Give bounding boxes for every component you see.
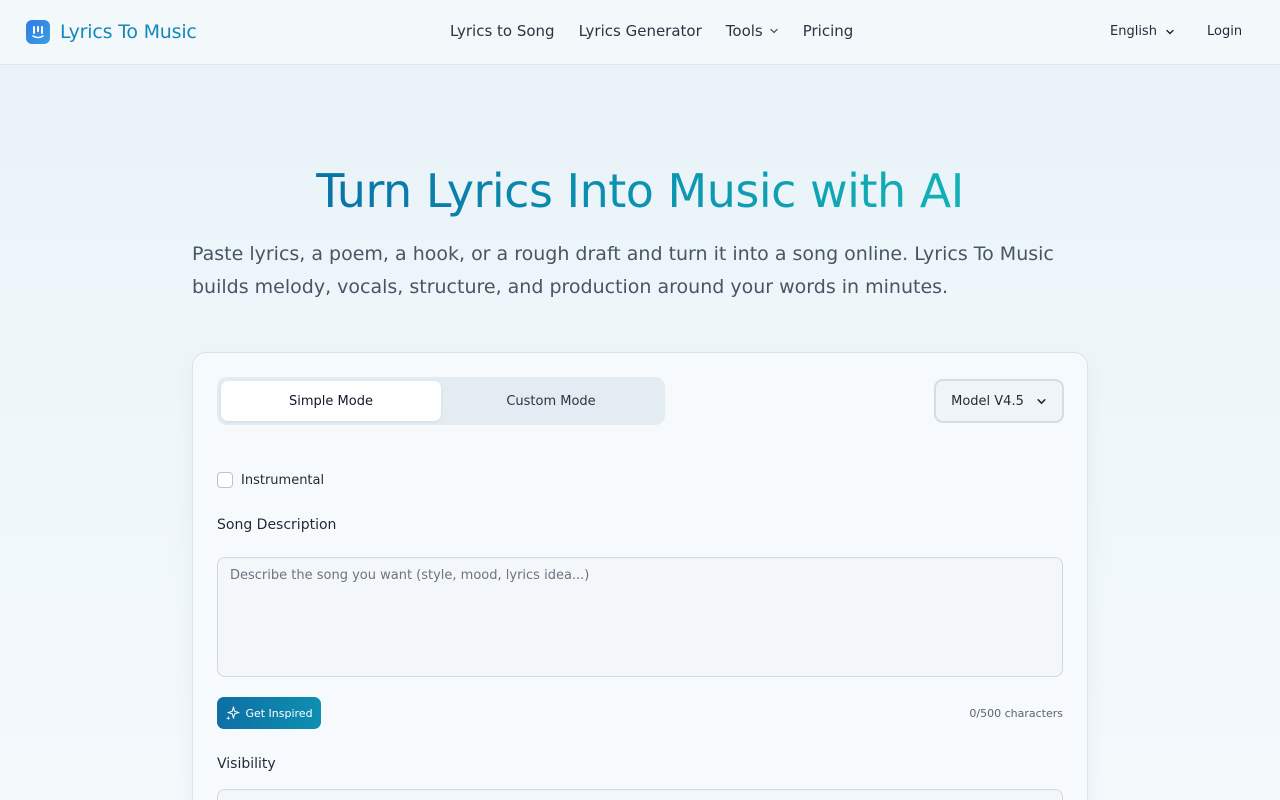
- tab-simple-mode[interactable]: Simple Mode: [221, 381, 441, 421]
- model-select-value: Model V4.5: [951, 393, 1024, 409]
- song-description-input[interactable]: [217, 557, 1063, 677]
- song-generator-card: Simple Mode Custom Mode Model V4.5 Instr…: [192, 352, 1088, 800]
- language-label: English: [1110, 24, 1157, 39]
- site-header: Lyrics To Music Lyrics to Song Lyrics Ge…: [0, 0, 1280, 65]
- main-nav: Lyrics to Song Lyrics Generator Tools Pr…: [450, 22, 853, 40]
- visibility-select[interactable]: [217, 789, 1063, 800]
- nav-label: Tools: [725, 22, 763, 40]
- nav-lyrics-generator[interactable]: Lyrics Generator: [579, 22, 702, 40]
- page-subtitle: Paste lyrics, a poem, a hook, or a rough…: [192, 243, 1054, 298]
- get-inspired-label: Get Inspired: [245, 706, 313, 720]
- brand-logo-link[interactable]: Lyrics To Music: [26, 20, 197, 44]
- instrumental-option[interactable]: Instrumental: [217, 472, 324, 488]
- page-title: Turn Lyrics Into Music with AI: [0, 164, 1280, 218]
- character-count: 0/500 characters: [969, 707, 1063, 720]
- brand-name: Lyrics To Music: [60, 21, 197, 43]
- nav-label: Lyrics Generator: [578, 22, 702, 40]
- login-link[interactable]: Login: [1207, 24, 1242, 39]
- page-title-text: Turn Lyrics Into Music with AI: [316, 164, 964, 218]
- chevron-down-icon: [1166, 29, 1174, 34]
- sparkle-icon: [226, 705, 241, 721]
- nav-label: Lyrics to Song: [450, 22, 555, 40]
- chevron-down-icon: [770, 28, 778, 34]
- mode-tabs: Simple Mode Custom Mode: [217, 377, 665, 425]
- nav-pricing[interactable]: Pricing: [803, 22, 854, 40]
- song-description-label: Song Description: [217, 517, 337, 533]
- instrumental-label: Instrumental: [241, 472, 325, 488]
- tab-custom-mode[interactable]: Custom Mode: [441, 381, 661, 421]
- model-select[interactable]: Model V4.5: [934, 379, 1064, 423]
- visibility-label: Visibility: [217, 756, 276, 772]
- nav-tools-dropdown[interactable]: Tools: [726, 22, 779, 40]
- language-selector[interactable]: English: [1110, 24, 1175, 39]
- get-inspired-button[interactable]: Get Inspired: [217, 697, 321, 729]
- nav-label: Pricing: [802, 22, 854, 40]
- instrumental-checkbox[interactable]: [217, 472, 233, 488]
- logo-icon: [26, 20, 50, 44]
- nav-lyrics-to-song[interactable]: Lyrics to Song: [450, 22, 555, 40]
- chevron-down-icon: [1037, 398, 1046, 404]
